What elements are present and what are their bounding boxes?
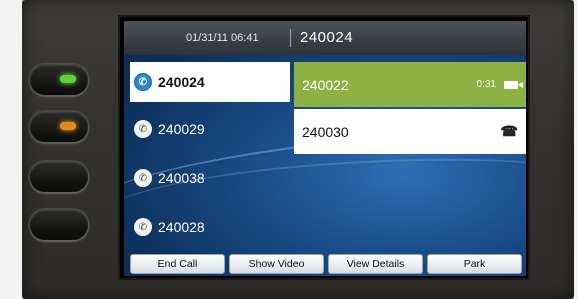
call-number: 240030	[302, 123, 349, 140]
ringing-icon: ☎	[500, 123, 518, 139]
lcd-display: 01/31/11 06:41 240024 ✆ 240024 ✆ 240029 …	[124, 21, 526, 276]
view-details-button[interactable]: View Details	[328, 254, 423, 274]
line-led-amber	[60, 122, 76, 130]
end-call-button[interactable]: End Call	[130, 254, 225, 274]
line-key-3[interactable]	[30, 162, 88, 192]
call-number: 240022	[302, 76, 349, 93]
primary-line-label: 240024	[300, 29, 354, 46]
handset-offhook-icon: ✆	[134, 73, 152, 91]
call-timer: 0:31	[476, 79, 496, 90]
line-key-1[interactable]	[30, 65, 88, 95]
status-header: 01/31/11 06:41 240024	[124, 21, 526, 55]
line-key-2[interactable]	[30, 112, 88, 142]
softkey-bar: End Call Show Video View Details Park	[130, 254, 522, 274]
header-divider	[290, 29, 291, 47]
date-time: 01/31/11 06:41	[186, 32, 259, 44]
line-key-4[interactable]	[30, 210, 88, 240]
phone-screen: 01/31/11 06:41 240024 ✆ 240024 ✆ 240029 …	[118, 15, 530, 280]
line-number: 240029	[158, 121, 205, 137]
show-video-button[interactable]: Show Video	[229, 254, 324, 274]
handset-onhook-icon: ✆	[134, 169, 152, 187]
line-button-240029[interactable]: ✆ 240029	[130, 109, 290, 149]
line-button-240028[interactable]: ✆ 240028	[130, 207, 290, 247]
line-button-240024[interactable]: ✆ 240024	[130, 62, 290, 102]
line-number: 240024	[158, 74, 205, 90]
line-led-green	[60, 75, 76, 83]
call-row-connected[interactable]: 240022 0:31	[294, 62, 526, 107]
video-camera-icon	[504, 80, 523, 89]
handset-onhook-icon: ✆	[134, 120, 152, 138]
line-button-240038[interactable]: ✆ 240038	[130, 158, 290, 198]
line-number: 240028	[158, 219, 205, 235]
handset-onhook-icon: ✆	[134, 218, 152, 236]
line-number: 240038	[158, 170, 205, 186]
call-row-incoming[interactable]: 240030 ☎	[294, 109, 526, 154]
park-button[interactable]: Park	[427, 254, 522, 274]
